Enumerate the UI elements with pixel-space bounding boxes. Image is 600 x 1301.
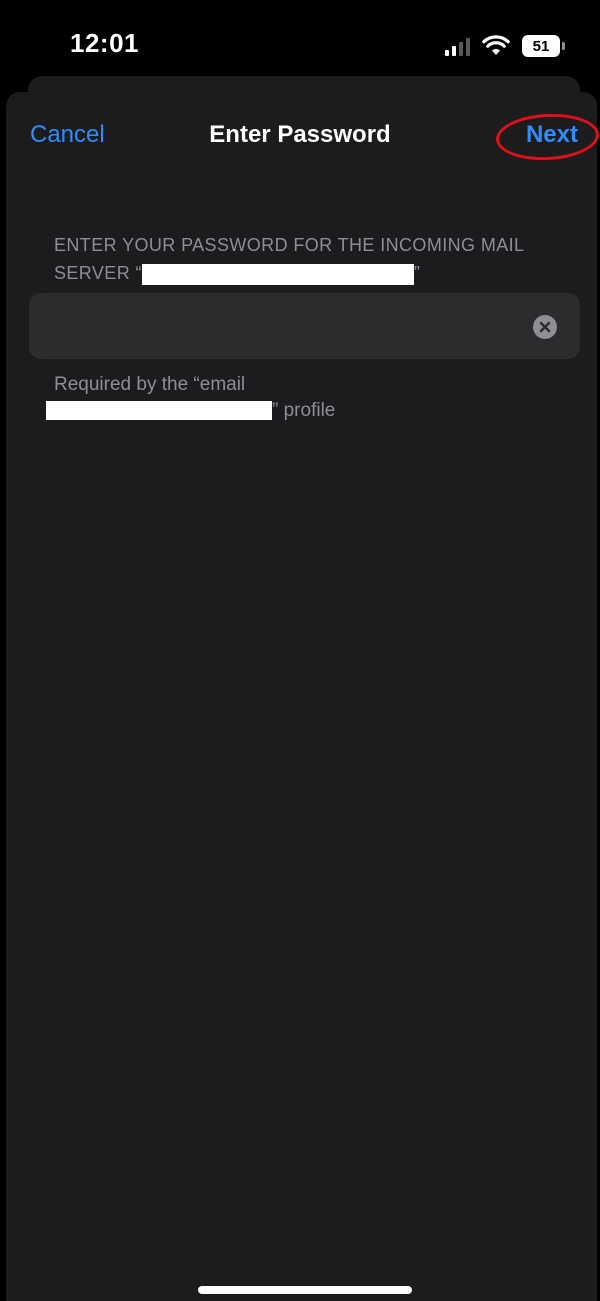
- section-header-line1: ENTER YOUR PASSWORD FOR THE INCOMING MAI…: [54, 235, 525, 255]
- redacted-server-name: [141, 263, 414, 285]
- section-footer-line1: Required by the “email: [54, 374, 246, 395]
- home-indicator[interactable]: [198, 1286, 412, 1294]
- status-time: 12:01: [70, 28, 139, 58]
- password-input[interactable]: [29, 293, 580, 359]
- status-icons: 51: [445, 32, 565, 60]
- section-header: ENTER YOUR PASSWORD FOR THE INCOMING MAI…: [54, 231, 564, 287]
- clear-x-circle-icon[interactable]: [533, 315, 557, 339]
- section-header-suffix: ”: [413, 263, 421, 283]
- battery-icon: 51: [522, 35, 565, 57]
- cellular-signal-icon: [445, 36, 470, 56]
- wifi-icon: [482, 35, 510, 55]
- redacted-profile-name: [46, 401, 272, 421]
- section-footer-suffix: ” profile: [272, 400, 336, 421]
- section-footer: Required by the “email ” profile: [46, 372, 474, 424]
- section-header-prefix: SERVER “: [54, 263, 142, 283]
- battery-level: 51: [532, 37, 550, 55]
